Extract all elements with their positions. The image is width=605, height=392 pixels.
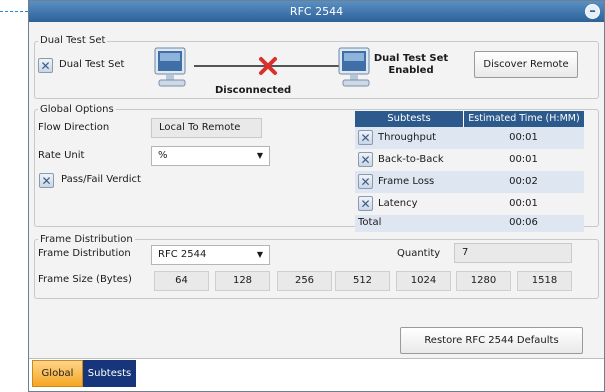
subtest-name: Latency [378,198,418,209]
table-total-row: Total 00:06 [355,215,584,232]
frame-size-box: 1280 [456,271,511,291]
quantity-label: Quantity [397,248,441,259]
subtest-time: 00:01 [509,154,538,165]
frame-size-label: Frame Size (Bytes) [38,274,132,285]
dropdown-arrow-icon: ▼ [256,250,263,259]
table-row[interactable]: ✕ Frame Loss 00:02 [355,171,584,193]
total-label: Total [358,217,382,228]
flow-direction-label: Flow Direction [38,122,110,133]
table-row[interactable]: ✕ Throughput 00:01 [355,127,584,149]
local-computer-icon [154,47,186,87]
frame-size-box: 128 [215,271,270,291]
frame-loss-checkbox[interactable]: ✕ [358,174,373,189]
tab-subtests[interactable]: Subtests [83,360,136,387]
quantity-field: 7 [454,243,572,263]
discover-remote-button[interactable]: Discover Remote [474,51,578,78]
frame-distribution-group-label: Frame Distribution [38,234,135,245]
subtest-time: 00:02 [509,176,538,187]
rate-unit-value: % [158,150,168,161]
global-options-label: Global Options [38,104,116,115]
pass-fail-label: Pass/Fail Verdict [61,174,141,185]
tab-subtests-label: Subtests [87,368,132,379]
window-title: RFC 2544 [289,5,344,18]
frame-distribution-label: Frame Distribution [38,248,131,259]
dual-test-group-label: Dual Test Set [38,35,108,46]
title-bar: RFC 2544 [29,1,604,22]
dual-test-checkbox-label: Dual Test Set [59,59,125,70]
subtests-header: Subtests [387,113,431,124]
close-icon[interactable]: – [585,4,600,19]
rate-unit-select[interactable]: % ▼ [151,146,270,166]
tab-global[interactable]: Global [32,360,83,387]
back-to-back-checkbox[interactable]: ✕ [358,152,373,167]
subtest-name: Throughput [378,132,437,143]
frame-size-box: 1024 [396,271,451,291]
restore-defaults-button[interactable]: Restore RFC 2544 Defaults [400,327,583,354]
latency-checkbox[interactable]: ✕ [358,196,373,211]
connection-status: Disconnected [215,85,292,96]
frame-distribution-select[interactable]: RFC 2544 ▼ [151,245,270,265]
subtest-time: 00:01 [509,198,538,209]
total-time: 00:06 [509,217,538,228]
frame-size-box: 64 [154,271,209,291]
frame-size-box: 256 [277,271,332,291]
dropdown-arrow-icon: ▼ [256,151,263,160]
frame-size-box: 512 [335,271,390,291]
throughput-checkbox[interactable]: ✕ [358,130,373,145]
subtest-time: 00:01 [509,132,538,143]
flow-direction-field: Local To Remote [151,118,262,138]
dual-test-checkbox[interactable]: ✕ [38,58,53,73]
table-row[interactable]: ✕ Back-to-Back 00:01 [355,149,584,171]
rfc2544-window: RFC 2544 – Dual Test Set ✕ Dual Test Set… [28,0,605,392]
rate-unit-label: Rate Unit [38,150,85,161]
subtest-name: Frame Loss [378,176,435,187]
tab-global-label: Global [41,368,74,379]
frame-size-box: 1518 [517,271,572,291]
table-row[interactable]: ✕ Latency 00:01 [355,193,584,215]
subtests-table-header: Subtests Estimated Time (H:MM) [355,111,584,127]
callout-line [0,11,28,12]
pass-fail-checkbox[interactable]: ✕ [39,173,54,188]
disconnect-x-icon [259,57,277,75]
subtest-name: Back-to-Back [378,154,444,165]
remote-status: Dual Test Set Enabled [373,53,449,76]
frame-distribution-value: RFC 2544 [158,249,207,260]
estimated-time-header: Estimated Time (H:MM) [463,111,584,127]
